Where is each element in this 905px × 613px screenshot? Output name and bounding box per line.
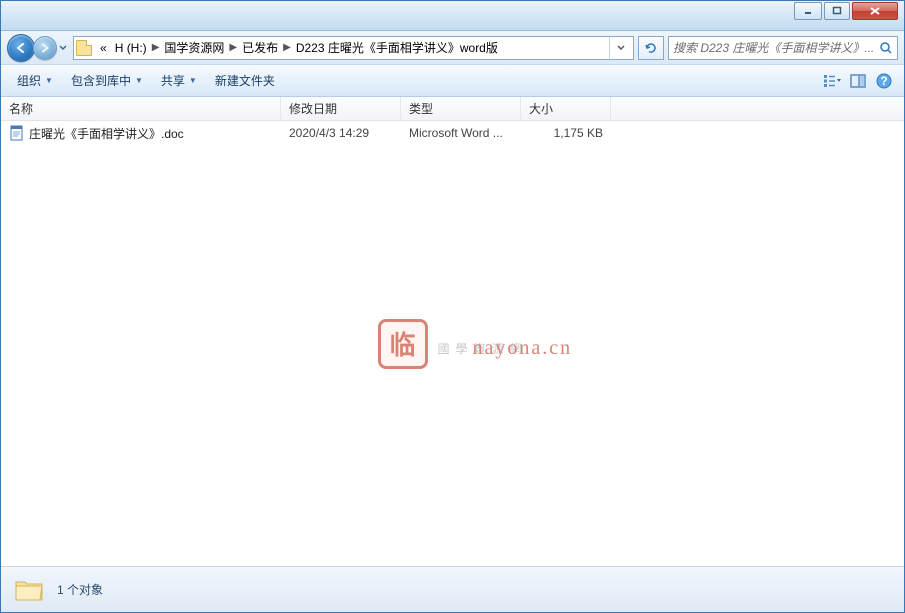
folder-icon [13, 574, 45, 606]
organize-button[interactable]: 组织 ▼ [9, 69, 61, 92]
forward-button[interactable] [33, 36, 57, 60]
pane-icon [850, 74, 866, 88]
file-row[interactable]: 庄曜光《手面相学讲义》.doc 2020/4/3 14:29 Microsoft… [1, 121, 904, 143]
include-library-button[interactable]: 包含到库中 ▼ [63, 69, 151, 92]
statusbar: 1 个对象 [1, 566, 904, 612]
minimize-button[interactable] [794, 2, 822, 20]
back-arrow-icon [14, 41, 28, 55]
explorer-window: « H (H:) ▶ 国学资源网 ▶ 已发布 ▶ D223 庄曜光《手面相学讲义… [0, 0, 905, 613]
search-placeholder: 搜索 D223 庄曜光《手面相学讲义》... [673, 39, 879, 56]
chevron-right-icon[interactable]: ▶ [151, 37, 161, 59]
new-folder-button[interactable]: 新建文件夹 [207, 69, 283, 92]
help-button[interactable]: ? [872, 69, 896, 93]
chevron-down-icon [59, 44, 67, 52]
chevron-right-icon[interactable]: ▶ [282, 37, 292, 59]
svg-text:?: ? [880, 74, 887, 88]
maximize-icon [832, 6, 842, 16]
status-count: 1 个对象 [57, 581, 103, 598]
help-icon: ? [876, 73, 892, 89]
column-type[interactable]: 类型 [401, 97, 521, 120]
breadcrumb-prefix[interactable]: « [96, 37, 111, 59]
search-box[interactable]: 搜索 D223 庄曜光《手面相学讲义》... [668, 36, 898, 60]
preview-pane-button[interactable] [846, 69, 870, 93]
toolbar: 组织 ▼ 包含到库中 ▼ 共享 ▼ 新建文件夹 ? [1, 65, 904, 97]
watermark-overlay: nayona.cn [472, 337, 572, 360]
breadcrumb-item[interactable]: D223 庄曜光《手面相学讲义》word版 [292, 37, 502, 59]
column-size[interactable]: 大小 [521, 97, 611, 120]
organize-label: 组织 [17, 72, 41, 89]
address-bar[interactable]: « H (H:) ▶ 国学资源网 ▶ 已发布 ▶ D223 庄曜光《手面相学讲义… [73, 36, 634, 60]
breadcrumb-item[interactable]: 已发布 [238, 37, 282, 59]
refresh-icon [644, 41, 658, 55]
chevron-right-icon[interactable]: ▶ [228, 37, 238, 59]
view-icon [823, 74, 841, 88]
column-date[interactable]: 修改日期 [281, 97, 401, 120]
share-button[interactable]: 共享 ▼ [153, 69, 205, 92]
close-icon [869, 6, 881, 16]
titlebar [1, 1, 904, 31]
maximize-button[interactable] [824, 2, 850, 20]
file-list: 庄曜光《手面相学讲义》.doc 2020/4/3 14:29 Microsoft… [1, 121, 904, 566]
refresh-button[interactable] [638, 36, 664, 60]
watermark: 临 國學資源網 nayona.cn [377, 319, 527, 369]
column-name[interactable]: 名称 [1, 97, 281, 120]
navbar: « H (H:) ▶ 国学资源网 ▶ 已发布 ▶ D223 庄曜光《手面相学讲义… [1, 31, 904, 65]
chevron-down-icon: ▼ [189, 76, 197, 85]
chevron-down-icon: ▼ [135, 76, 143, 85]
file-type: Microsoft Word ... [401, 126, 521, 140]
back-button[interactable] [7, 34, 35, 62]
newfolder-label: 新建文件夹 [215, 72, 275, 89]
view-options-button[interactable] [820, 69, 844, 93]
nav-buttons [7, 34, 69, 62]
watermark-stamp: 临 [377, 319, 427, 369]
window-controls [794, 2, 898, 20]
file-name: 庄曜光《手面相学讲义》.doc [29, 125, 184, 142]
address-dropdown[interactable] [609, 37, 631, 59]
breadcrumb-item[interactable]: 国学资源网 [160, 37, 228, 59]
chevron-down-icon: ▼ [45, 76, 53, 85]
search-icon[interactable] [879, 41, 893, 55]
include-label: 包含到库中 [71, 72, 131, 89]
share-label: 共享 [161, 72, 185, 89]
file-date: 2020/4/3 14:29 [281, 126, 401, 140]
word-doc-icon [9, 125, 25, 141]
column-header: 名称 修改日期 类型 大小 [1, 97, 904, 121]
file-name-cell: 庄曜光《手面相学讲义》.doc [1, 125, 281, 142]
nav-history-dropdown[interactable] [57, 34, 69, 62]
close-button[interactable] [852, 2, 898, 20]
watermark-text: 國學資源網 nayona.cn [437, 327, 527, 361]
file-size: 1,175 KB [521, 126, 611, 140]
chevron-down-icon [617, 44, 625, 52]
folder-icon [76, 40, 92, 56]
forward-arrow-icon [39, 42, 51, 54]
minimize-icon [803, 6, 813, 16]
breadcrumb-item[interactable]: H (H:) [111, 37, 151, 59]
